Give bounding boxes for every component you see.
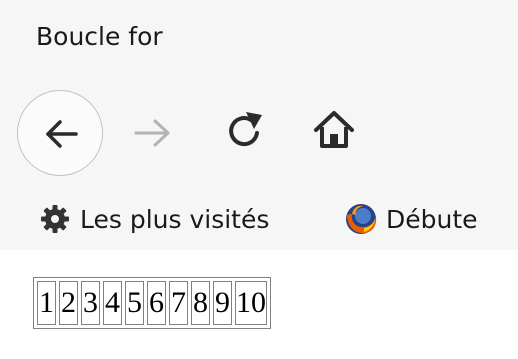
table-cell: 9 bbox=[213, 281, 232, 325]
forward-button[interactable] bbox=[132, 113, 174, 157]
table-cell: 6 bbox=[147, 281, 166, 325]
arrow-left-icon bbox=[46, 120, 78, 148]
table-cell: 2 bbox=[59, 281, 78, 325]
table-cell: 3 bbox=[81, 281, 100, 325]
bookmarks-toolbar: Les plus visités Débute bbox=[0, 192, 518, 246]
back-button[interactable] bbox=[17, 90, 103, 176]
home-icon bbox=[314, 111, 354, 148]
bookmark-getting-started[interactable]: Débute bbox=[344, 192, 478, 246]
bookmark-label: Les plus visités bbox=[80, 204, 270, 234]
table-cell: 1 bbox=[37, 281, 56, 325]
table-cell: 7 bbox=[169, 281, 188, 325]
table-cell: 10 bbox=[235, 281, 267, 325]
table-cell: 5 bbox=[125, 281, 144, 325]
bookmark-most-visited[interactable]: Les plus visités bbox=[40, 192, 269, 246]
window-title: Boucle for bbox=[36, 22, 163, 51]
numbers-table: 1 2 3 4 5 6 7 8 9 10 bbox=[33, 277, 271, 329]
gear-icon bbox=[41, 205, 69, 233]
reload-icon bbox=[229, 112, 262, 146]
table-cell: 4 bbox=[103, 281, 122, 325]
table-cell: 8 bbox=[191, 281, 210, 325]
table-row: 1 2 3 4 5 6 7 8 9 10 bbox=[37, 281, 267, 325]
firefox-logo-icon bbox=[346, 204, 377, 234]
arrow-right-icon bbox=[134, 119, 170, 147]
reload-button[interactable] bbox=[222, 110, 266, 158]
home-button[interactable] bbox=[313, 108, 355, 156]
bookmark-label: Débute bbox=[386, 204, 478, 234]
browser-chrome: Boucle for Les plus visités Débute bbox=[0, 0, 518, 250]
